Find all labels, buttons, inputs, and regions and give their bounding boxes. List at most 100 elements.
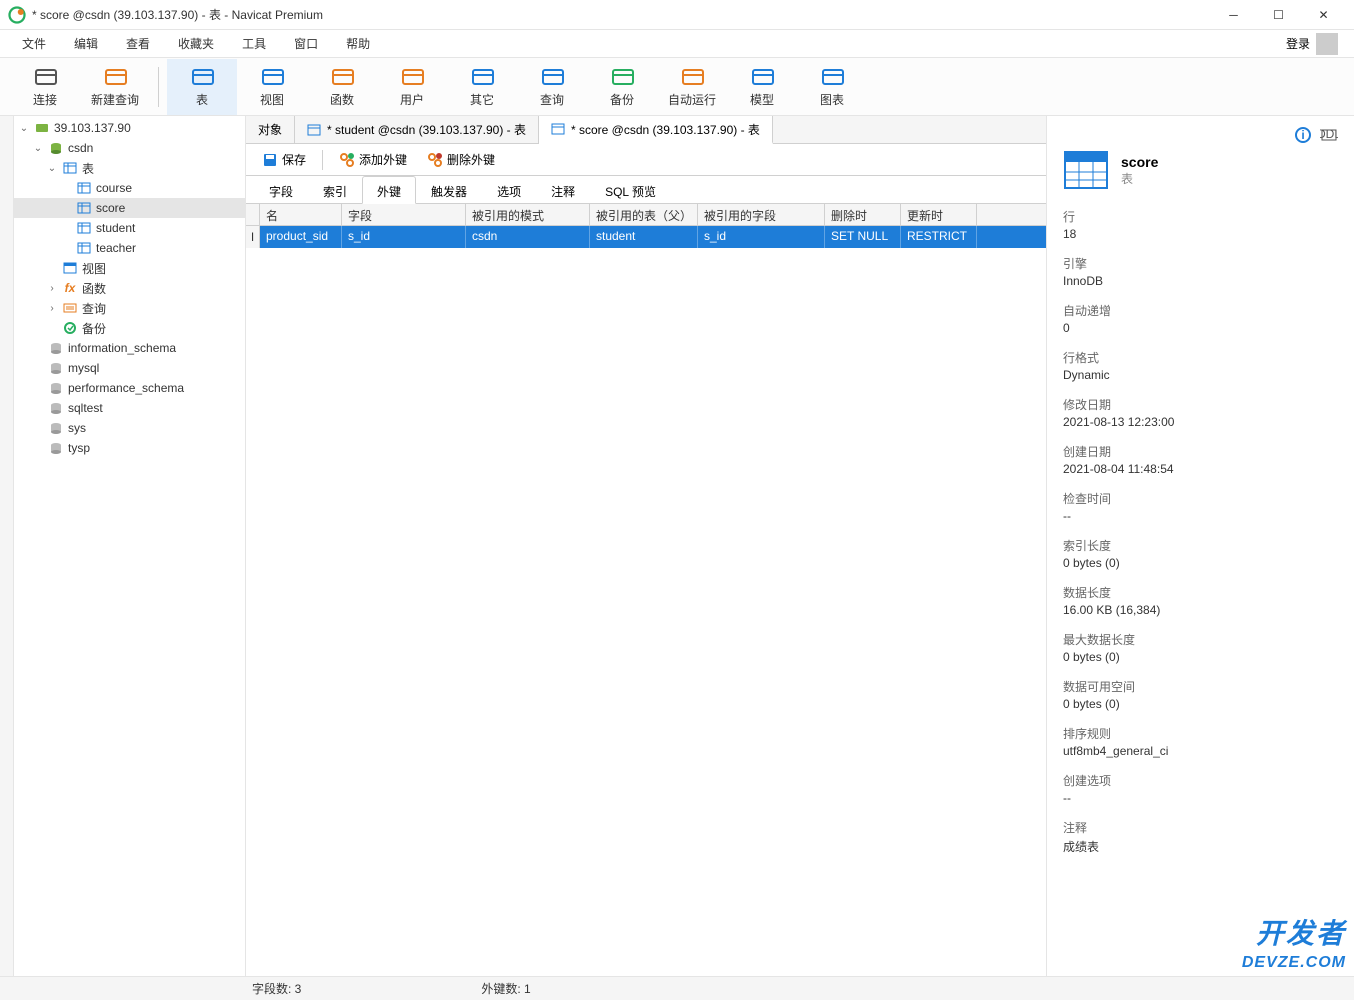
cell-pfield[interactable]: s_id (698, 226, 825, 248)
tool-图表[interactable]: 图表 (797, 59, 867, 115)
subtab-3[interactable]: 触发器 (416, 176, 482, 203)
prop-coll_l: 排序规则utf8mb4_general_ci (1063, 725, 1338, 758)
tool-函数[interactable]: 函数 (307, 59, 377, 115)
database-icon (48, 380, 64, 396)
subtab-5[interactable]: 注释 (536, 176, 590, 203)
tool-新建查询[interactable]: 新建查询 (80, 59, 150, 115)
cell-onupdate[interactable]: RESTRICT (901, 226, 977, 248)
properties-panel: i DDL score 表 行18引擎InnoDB自动递增0行格式Dynamic… (1046, 116, 1354, 976)
menubar: 文件 编辑 查看 收藏夹 工具 窗口 帮助 登录 (0, 30, 1354, 58)
subtab-0[interactable]: 字段 (254, 176, 308, 203)
prop-chk_l: 检查时间-- (1063, 490, 1338, 523)
database-icon (48, 440, 64, 456)
cell-ptable[interactable]: student (590, 226, 698, 248)
tool-备份[interactable]: 备份 (587, 59, 657, 115)
delete-fk-button[interactable]: 删除外键 (419, 147, 503, 172)
tool-icon (33, 65, 57, 89)
subtab-1[interactable]: 索引 (308, 176, 362, 203)
tree-table-score[interactable]: score (14, 198, 245, 218)
prop-rf_l: 行格式Dynamic (1063, 349, 1338, 382)
cell-schema[interactable]: csdn (466, 226, 590, 248)
subtab-2[interactable]: 外键 (362, 176, 416, 204)
tree-db-csdn[interactable]: ⌄ csdn (14, 138, 245, 158)
menu-fav[interactable]: 收藏夹 (164, 31, 228, 56)
tab-score[interactable]: * score @csdn (39.103.137.90) - 表 (539, 116, 773, 144)
database-icon (48, 140, 64, 156)
prop-dlen_l: 数据长度16.00 KB (16,384) (1063, 584, 1338, 617)
menu-file[interactable]: 文件 (8, 31, 60, 56)
tree-table-course[interactable]: course (14, 178, 245, 198)
tree-queries[interactable]: › 查询 (14, 298, 245, 318)
tool-icon (820, 65, 844, 89)
tool-表[interactable]: 表 (167, 59, 237, 115)
col-ptable[interactable]: 被引用的表（父） (590, 204, 698, 225)
close-button[interactable]: ✕ (1301, 0, 1346, 30)
tab-student[interactable]: * student @csdn (39.103.137.90) - 表 (295, 116, 539, 143)
chevron-down-icon[interactable]: ⌄ (18, 123, 30, 134)
tree-db-mysql[interactable]: mysql (14, 358, 245, 378)
maximize-button[interactable]: ☐ (1256, 0, 1301, 30)
add-fk-button[interactable]: 添加外键 (331, 147, 415, 172)
menu-edit[interactable]: 编辑 (60, 31, 112, 56)
tool-其它[interactable]: 其它 (447, 59, 517, 115)
table-icon (307, 123, 321, 137)
cell-ondelete[interactable]: SET NULL (825, 226, 901, 248)
save-button[interactable]: 保存 (254, 147, 314, 172)
col-del[interactable]: 删除时 (825, 204, 901, 225)
tree-db-sys[interactable]: sys (14, 418, 245, 438)
tool-用户[interactable]: 用户 (377, 59, 447, 115)
tree-functions[interactable]: › fx 函数 (14, 278, 245, 298)
col-field[interactable]: 字段 (342, 204, 466, 225)
col-name[interactable]: 名 (260, 204, 342, 225)
tree-tables-group[interactable]: ⌄ 表 (14, 158, 245, 178)
tool-icon (190, 65, 214, 89)
server-icon (34, 120, 50, 136)
tree-backup[interactable]: 备份 (14, 318, 245, 338)
tree-views[interactable]: 视图 (14, 258, 245, 278)
table-large-icon (1063, 150, 1109, 190)
prop-ai_l: 自动递增0 (1063, 302, 1338, 335)
statusbar: 字段数: 3 外键数: 1 (0, 976, 1354, 1000)
tree-db-tysp[interactable]: tysp (14, 438, 245, 458)
subtab-6[interactable]: SQL 预览 (590, 176, 671, 203)
menu-view[interactable]: 查看 (112, 31, 164, 56)
grid-header: 名 字段 被引用的模式 被引用的表（父） 被引用的字段 删除时 更新时 (246, 204, 1046, 226)
subtab-4[interactable]: 选项 (482, 176, 536, 203)
chevron-right-icon[interactable]: › (46, 303, 58, 314)
content-area: 对象 * student @csdn (39.103.137.90) - 表 *… (246, 116, 1046, 976)
col-schema[interactable]: 被引用的模式 (466, 204, 590, 225)
prop-title: score (1121, 154, 1158, 170)
cell-name[interactable]: product_sid (260, 226, 342, 248)
grid-row[interactable]: I product_sid s_id csdn student s_id SET… (246, 226, 1046, 248)
tree-server[interactable]: ⌄ 39.103.137.90 (14, 118, 245, 138)
cell-field[interactable]: s_id (342, 226, 466, 248)
tree-db-sqltest[interactable]: sqltest (14, 398, 245, 418)
tool-连接[interactable]: 连接 (10, 59, 80, 115)
tree-db-information_schema[interactable]: information_schema (14, 338, 245, 358)
tool-模型[interactable]: 模型 (727, 59, 797, 115)
menu-tools[interactable]: 工具 (228, 31, 280, 56)
tab-objects[interactable]: 对象 (246, 116, 295, 143)
tool-icon (610, 65, 634, 89)
avatar[interactable] (1316, 33, 1338, 55)
tree-table-teacher[interactable]: teacher (14, 238, 245, 258)
tool-查询[interactable]: 查询 (517, 59, 587, 115)
ddl-icon[interactable]: DDL (1320, 126, 1338, 144)
menu-help[interactable]: 帮助 (332, 31, 384, 56)
chevron-down-icon[interactable]: ⌄ (32, 143, 44, 154)
col-upd[interactable]: 更新时 (901, 204, 977, 225)
menu-window[interactable]: 窗口 (280, 31, 332, 56)
svg-text:DDL: DDL (1320, 127, 1338, 141)
tree-db-performance_schema[interactable]: performance_schema (14, 378, 245, 398)
chevron-down-icon[interactable]: ⌄ (46, 163, 58, 174)
col-pfield[interactable]: 被引用的字段 (698, 204, 825, 225)
tool-视图[interactable]: 视图 (237, 59, 307, 115)
tool-自动运行[interactable]: 自动运行 (657, 59, 727, 115)
login-link[interactable]: 登录 (1286, 35, 1310, 52)
tree-table-student[interactable]: student (14, 218, 245, 238)
info-icon[interactable]: i (1294, 126, 1312, 144)
minimize-button[interactable]: ─ (1211, 0, 1256, 30)
chevron-right-icon[interactable]: › (46, 283, 58, 294)
database-icon (48, 400, 64, 416)
database-icon (48, 420, 64, 436)
